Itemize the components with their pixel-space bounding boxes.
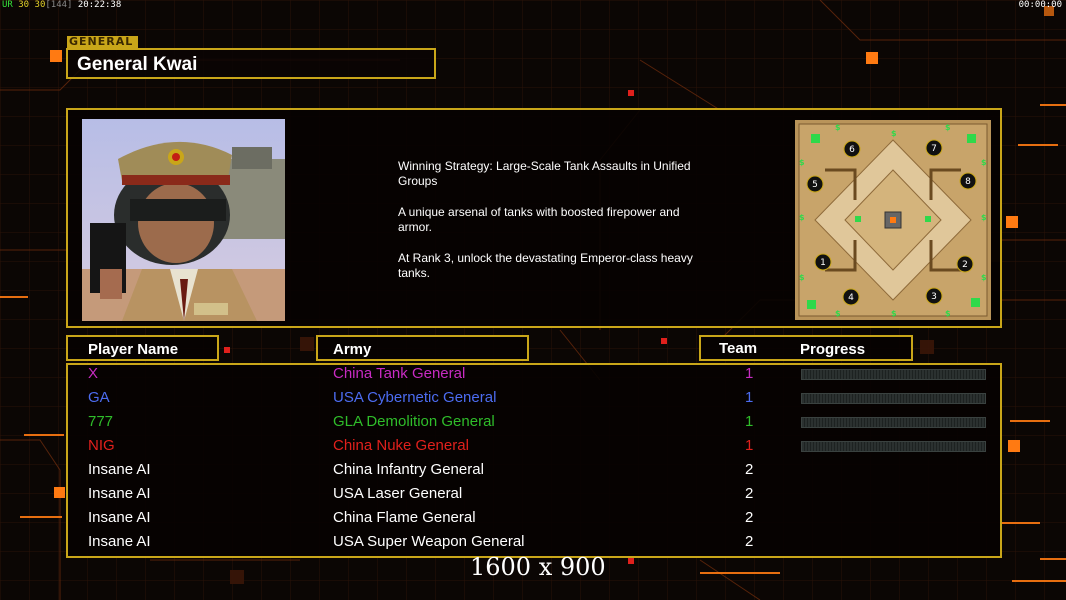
loading-progress-bar — [801, 441, 986, 452]
svg-text:$: $ — [945, 123, 951, 132]
spawn-label: 8 — [965, 177, 971, 187]
svg-text:$: $ — [981, 273, 987, 282]
player-army: USA Cybernetic General — [333, 389, 497, 406]
svg-text:$: $ — [891, 129, 897, 138]
player-army: USA Super Weapon General — [333, 533, 525, 550]
table-row: X China Tank General 1 — [68, 365, 1000, 389]
spawn-label: 5 — [812, 180, 818, 190]
hud-game-timer: 00:00:00 — [1018, 0, 1062, 10]
general-info-panel: Winning Strategy: Large-Scale Tank Assau… — [66, 108, 1002, 328]
hud-fps-clock: UR 30 30[144] 20:22:38 — [2, 0, 121, 10]
player-name: X — [88, 365, 99, 382]
player-team: 1 — [745, 413, 754, 430]
hud-value-a: 30 — [18, 0, 30, 10]
general-portrait — [82, 119, 285, 321]
spawn-label: 3 — [931, 292, 937, 302]
player-army: USA Laser General — [333, 485, 463, 502]
player-team: 2 — [745, 533, 754, 550]
strategy-line-3: At Rank 3, unlock the devastating Empero… — [398, 251, 693, 280]
spawn-label: 4 — [848, 293, 854, 303]
player-army: China Tank General — [333, 365, 466, 382]
player-army: China Flame General — [333, 509, 476, 526]
svg-text:$: $ — [981, 213, 987, 222]
player-army: China Infantry General — [333, 461, 484, 478]
table-row: Insane AI China Flame General 2 — [68, 509, 1000, 533]
general-name: General Kwai — [77, 54, 198, 75]
resolution-label: 1600 x 900 — [470, 553, 606, 581]
player-team: 1 — [745, 365, 754, 382]
loading-progress-bar — [801, 393, 986, 404]
header-progress-label: Progress — [800, 341, 866, 358]
spawn-label: 2 — [962, 260, 968, 270]
player-name: GA — [88, 389, 110, 406]
hud-bracket: [144] — [45, 0, 73, 10]
table-row: Insane AI USA Laser General 2 — [68, 485, 1000, 509]
svg-text:$: $ — [799, 158, 805, 167]
hud-value-b: 30 — [34, 0, 46, 10]
players-panel: X China Tank General 1 GA USA Cybernetic Gen… — [66, 363, 1002, 558]
svg-text:$: $ — [981, 158, 987, 167]
header-player-label: Player Name — [88, 341, 179, 358]
svg-text:$: $ — [835, 123, 841, 132]
strategy-line-1: Winning Strategy: Large-Scale Tank Assau… — [398, 159, 691, 188]
svg-text:$: $ — [799, 273, 805, 282]
general-title-box: General Kwai — [66, 48, 436, 79]
general-strategy-text: Winning Strategy: Large-Scale Tank Assau… — [398, 159, 708, 297]
table-row: 777 GLA Demolition General 1 — [68, 413, 1000, 437]
spawn-label: 7 — [931, 144, 937, 154]
player-name: 777 — [88, 413, 114, 430]
player-team: 2 — [745, 461, 754, 478]
player-team: 1 — [745, 389, 754, 406]
strategy-line-2: A unique arsenal of tanks with boosted f… — [398, 205, 680, 234]
player-name: Insane AI — [88, 461, 151, 478]
player-team: 2 — [745, 485, 754, 502]
general-tab-label: GENERAL — [67, 36, 138, 48]
hud-clock: 20:22:38 — [77, 0, 122, 10]
spawn-label: 6 — [849, 145, 855, 155]
header-player-name: Player Name — [66, 335, 219, 361]
svg-text:$: $ — [799, 213, 805, 222]
header-team-label: Team — [719, 340, 758, 357]
player-army: GLA Demolition General — [333, 413, 495, 430]
svg-text:$: $ — [835, 309, 841, 318]
spawn-label: 1 — [820, 258, 826, 268]
player-name: Insane AI — [88, 533, 151, 550]
map-preview: $ $ $ $ $ $ $ $ $ $ $ $ 1 2 3 4 5 6 7 8 — [795, 120, 991, 320]
player-name: Insane AI — [88, 485, 151, 502]
player-name: NIG — [88, 437, 115, 454]
header-team-progress: Team Progress — [699, 335, 913, 361]
table-row: NIG China Nuke General 1 — [68, 437, 1000, 461]
header-army: Army — [316, 335, 529, 361]
table-row: GA USA Cybernetic General 1 — [68, 389, 1000, 413]
loading-progress-bar — [801, 417, 986, 428]
player-team: 2 — [745, 509, 754, 526]
svg-text:$: $ — [891, 309, 897, 318]
hud-prefix: UR — [2, 0, 13, 10]
player-team: 1 — [745, 437, 754, 454]
table-row: Insane AI China Infantry General 2 — [68, 461, 1000, 485]
header-army-label: Army — [333, 341, 372, 358]
svg-text:$: $ — [945, 309, 951, 318]
player-army: China Nuke General — [333, 437, 469, 454]
player-name: Insane AI — [88, 509, 151, 526]
loading-progress-bar — [801, 369, 986, 380]
